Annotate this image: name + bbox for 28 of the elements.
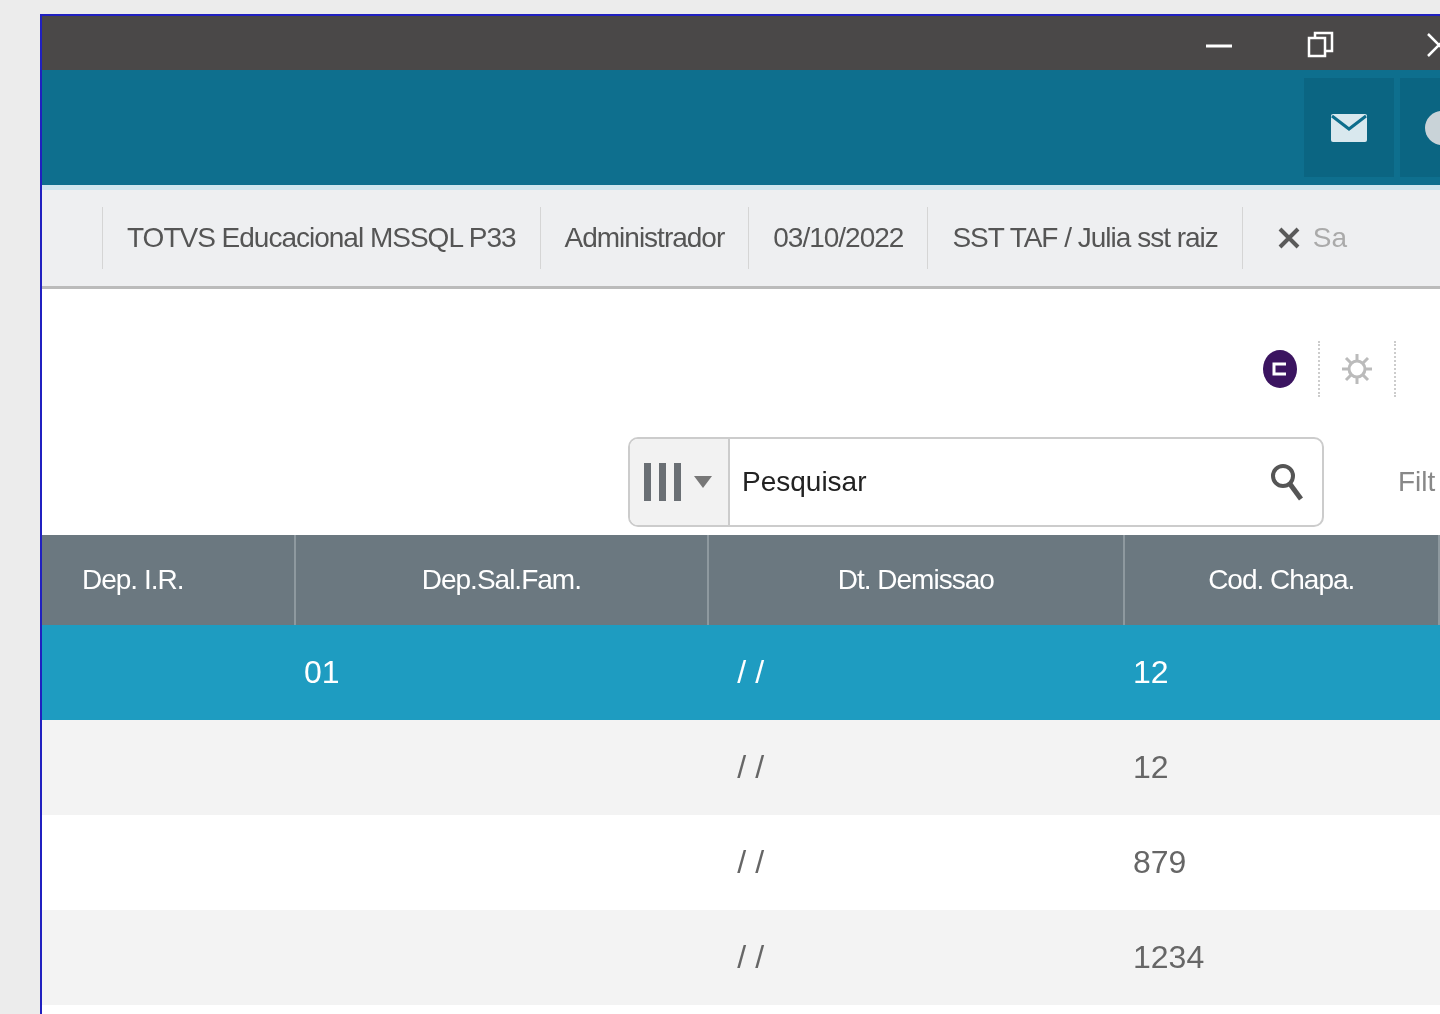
profile-button[interactable] bbox=[1400, 78, 1440, 177]
table-cell: / / bbox=[737, 939, 765, 976]
table-cell: 1234 bbox=[1133, 939, 1205, 976]
info-item: Administrador bbox=[563, 222, 726, 254]
table-cell: 12 bbox=[1133, 654, 1169, 691]
mail-button[interactable] bbox=[1304, 78, 1394, 177]
restore-icon[interactable] bbox=[1306, 30, 1336, 60]
table-cell: / / bbox=[737, 654, 765, 691]
table-cell: / / bbox=[737, 749, 765, 786]
table-cell: 879 bbox=[1133, 844, 1187, 881]
caret-icon bbox=[694, 476, 712, 488]
info-item: TOTVS Educacional MSSQL P33 bbox=[126, 222, 517, 254]
search-field[interactable]: Pesquisar bbox=[628, 437, 1324, 527]
table-row[interactable]: / / 12 bbox=[42, 720, 1440, 815]
table-cell: 01 bbox=[304, 654, 340, 691]
mail-icon bbox=[1331, 113, 1367, 142]
table-cell: / / bbox=[737, 844, 765, 881]
x-icon bbox=[1276, 226, 1301, 250]
info-item: 03/10/2022 bbox=[772, 222, 905, 254]
info-item: SST TAF / Julia sst raiz bbox=[951, 222, 1219, 254]
columns-dropdown[interactable] bbox=[630, 439, 730, 525]
c-badge-icon[interactable] bbox=[1262, 349, 1298, 389]
table-row[interactable]: 01 / / 12 bbox=[42, 625, 1440, 720]
search-icon[interactable] bbox=[1270, 462, 1304, 502]
filter-label[interactable]: Filt bbox=[1398, 466, 1436, 498]
table-row[interactable]: / / 1234 bbox=[42, 910, 1440, 1005]
columns-icon bbox=[644, 463, 684, 501]
table-cell: 12 bbox=[1133, 749, 1169, 786]
